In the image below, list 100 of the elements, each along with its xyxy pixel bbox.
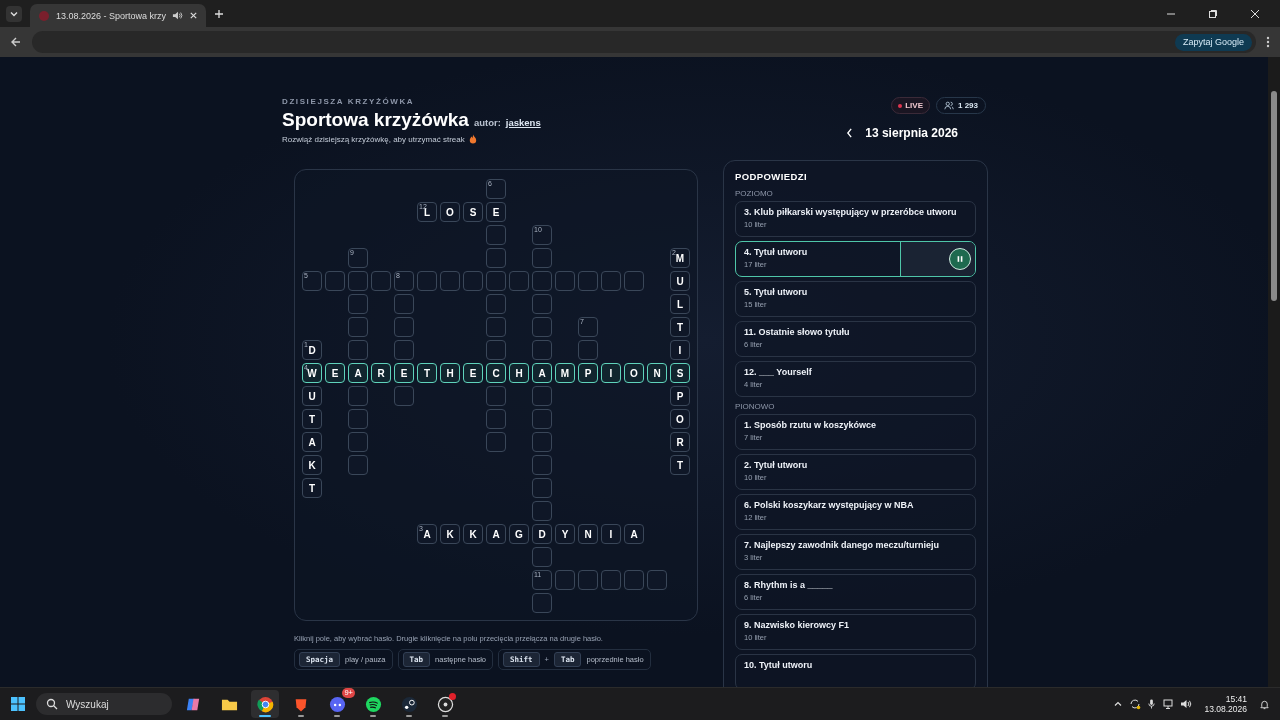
crossword-cell[interactable] bbox=[532, 501, 552, 521]
crossword-cell[interactable]: T bbox=[417, 363, 437, 383]
crossword-cell[interactable] bbox=[348, 386, 368, 406]
crossword-cell[interactable] bbox=[532, 409, 552, 429]
crossword-cell[interactable] bbox=[348, 317, 368, 337]
crossword-cell[interactable] bbox=[601, 570, 621, 590]
crossword-cell[interactable]: Y bbox=[555, 524, 575, 544]
crossword-cell[interactable]: S bbox=[670, 363, 690, 383]
scrollbar[interactable] bbox=[1268, 57, 1280, 687]
crossword-cell[interactable]: C bbox=[486, 363, 506, 383]
crossword-cell[interactable] bbox=[578, 340, 598, 360]
crossword-cell[interactable]: S bbox=[463, 202, 483, 222]
crossword-cell[interactable] bbox=[624, 570, 644, 590]
crossword-cell[interactable] bbox=[532, 317, 552, 337]
network-icon[interactable] bbox=[1162, 698, 1175, 710]
crossword-cell[interactable] bbox=[371, 271, 391, 291]
crossword-cell[interactable]: A bbox=[302, 432, 322, 452]
crossword-cell[interactable] bbox=[486, 294, 506, 314]
speaker-icon[interactable] bbox=[1180, 698, 1193, 710]
crossword-cell[interactable]: E bbox=[325, 363, 345, 383]
crossword-cell[interactable] bbox=[394, 340, 414, 360]
crossword-cell[interactable]: H bbox=[509, 363, 529, 383]
crossword-cell[interactable] bbox=[601, 271, 621, 291]
speaker-icon[interactable] bbox=[172, 10, 184, 21]
crossword-cell[interactable]: R bbox=[371, 363, 391, 383]
crossword-cell[interactable]: A bbox=[624, 524, 644, 544]
crossword-cell[interactable]: T bbox=[302, 478, 322, 498]
new-tab-icon[interactable] bbox=[214, 8, 225, 19]
close-icon[interactable] bbox=[1250, 8, 1260, 19]
crossword-cell[interactable] bbox=[532, 271, 552, 291]
crossword-cell[interactable]: I bbox=[601, 363, 621, 383]
crossword-cell[interactable]: A bbox=[532, 363, 552, 383]
crossword-cell[interactable] bbox=[532, 432, 552, 452]
crossword-cell[interactable]: U bbox=[302, 386, 322, 406]
crossword-cell[interactable]: A bbox=[348, 363, 368, 383]
crossword-cell[interactable] bbox=[486, 271, 506, 291]
crossword-cell[interactable] bbox=[555, 570, 575, 590]
crossword-cell[interactable] bbox=[486, 340, 506, 360]
browser-tab[interactable]: 13.08.2026 - Sportowa krzy bbox=[30, 4, 207, 27]
crossword-cell[interactable]: E bbox=[394, 363, 414, 383]
crossword-cell[interactable]: M bbox=[555, 363, 575, 383]
clock-date[interactable]: 13.08.2026 bbox=[1204, 704, 1247, 714]
pause-button[interactable] bbox=[949, 248, 971, 270]
crossword-cell[interactable]: O bbox=[670, 409, 690, 429]
crossword-cell[interactable] bbox=[532, 593, 552, 613]
microphone-icon[interactable] bbox=[1147, 698, 1157, 710]
crossword-cell[interactable] bbox=[624, 271, 644, 291]
crossword-cell[interactable] bbox=[486, 432, 506, 452]
crossword-cell[interactable]: G bbox=[509, 524, 529, 544]
crossword-cell[interactable]: U bbox=[670, 271, 690, 291]
crossword-cell[interactable]: E bbox=[463, 363, 483, 383]
crossword-cell[interactable]: T bbox=[670, 317, 690, 337]
crossword-cell[interactable] bbox=[486, 409, 506, 429]
crossword-cell[interactable] bbox=[532, 248, 552, 268]
crossword-cell[interactable] bbox=[578, 570, 598, 590]
crossword-cell[interactable]: A bbox=[486, 524, 506, 544]
crossword-cell[interactable] bbox=[417, 271, 437, 291]
crossword-cell[interactable]: K bbox=[440, 524, 460, 544]
crossword-cell[interactable]: L bbox=[670, 294, 690, 314]
crossword-cell[interactable] bbox=[348, 432, 368, 452]
crossword-cell[interactable] bbox=[486, 386, 506, 406]
crossword-cell[interactable] bbox=[486, 225, 506, 245]
crossword-cell[interactable] bbox=[532, 386, 552, 406]
address-bar[interactable]: Zapytaj Google bbox=[32, 31, 1256, 53]
author-link[interactable]: jaskens bbox=[505, 117, 541, 128]
crossword-cell[interactable]: O bbox=[624, 363, 644, 383]
ask-google-button[interactable]: Zapytaj Google bbox=[1174, 33, 1252, 51]
crossword-cell[interactable]: N bbox=[578, 524, 598, 544]
crossword-cell[interactable]: E bbox=[486, 202, 506, 222]
crossword-cell[interactable] bbox=[348, 455, 368, 475]
crossword-cell[interactable] bbox=[348, 271, 368, 291]
crossword-cell[interactable] bbox=[394, 294, 414, 314]
crossword-cell[interactable]: O bbox=[440, 202, 460, 222]
crossword-cell[interactable]: P bbox=[670, 386, 690, 406]
bell-icon[interactable] bbox=[1259, 698, 1270, 710]
crossword-cell[interactable] bbox=[532, 478, 552, 498]
crossword-cell[interactable] bbox=[532, 340, 552, 360]
crossword-cell[interactable]: T bbox=[302, 409, 322, 429]
crossword-cell[interactable]: I bbox=[601, 524, 621, 544]
close-icon[interactable] bbox=[189, 11, 199, 20]
crossword-cell[interactable] bbox=[647, 570, 667, 590]
crossword-cell[interactable] bbox=[348, 409, 368, 429]
crossword-cell[interactable] bbox=[394, 386, 414, 406]
crossword-cell[interactable] bbox=[532, 455, 552, 475]
menu-icon[interactable] bbox=[1266, 36, 1270, 48]
clock-time[interactable]: 15:41 bbox=[1225, 694, 1247, 704]
crossword-cell[interactable] bbox=[325, 271, 345, 291]
crossword-cell[interactable]: N bbox=[647, 363, 667, 383]
taskbar-button[interactable] bbox=[251, 690, 279, 718]
crossword-cell[interactable]: I bbox=[670, 340, 690, 360]
crossword-cell[interactable]: H bbox=[440, 363, 460, 383]
crossword-cell[interactable] bbox=[532, 547, 552, 567]
crossword-cell[interactable] bbox=[440, 271, 460, 291]
crossword-cell[interactable]: P bbox=[578, 363, 598, 383]
crossword-cell[interactable] bbox=[394, 317, 414, 337]
restore-icon[interactable] bbox=[1208, 8, 1218, 19]
crossword-cell[interactable] bbox=[348, 294, 368, 314]
crossword-cell[interactable] bbox=[578, 271, 598, 291]
crossword-cell[interactable] bbox=[509, 271, 529, 291]
crossword-cell[interactable] bbox=[348, 340, 368, 360]
